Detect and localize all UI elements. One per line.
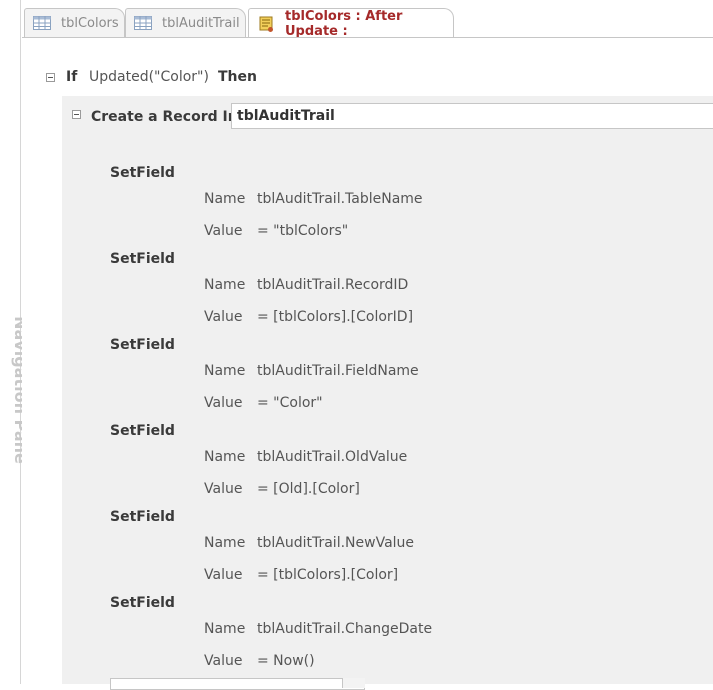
setfield-name[interactable]: tblAuditTrail.RecordID — [257, 277, 408, 293]
setfield-action[interactable]: SetField — [110, 423, 175, 439]
add-new-action-combo[interactable] — [110, 678, 365, 690]
setfield-action[interactable]: SetField — [110, 509, 175, 525]
combo-dropdown-button[interactable] — [342, 678, 365, 688]
value-label: Value — [204, 309, 243, 325]
collapse-create-record-icon[interactable] — [72, 110, 81, 119]
setfield-name[interactable]: tblAuditTrail.OldValue — [257, 449, 407, 465]
setfield-action[interactable]: SetField — [110, 165, 175, 181]
setfield-value[interactable]: = [Old].[Color] — [257, 481, 360, 497]
value-label: Value — [204, 653, 243, 669]
setfield-action[interactable]: SetField — [110, 251, 175, 267]
tab-tblcolors[interactable]: tblColors — [24, 8, 125, 37]
setfield-action[interactable]: SetField — [110, 595, 175, 611]
value-label: Value — [204, 395, 243, 411]
if-keyword: If — [66, 69, 78, 85]
value-label: Value — [204, 223, 243, 239]
setfield-action[interactable]: SetField — [110, 337, 175, 353]
tab-label: tblAuditTrail — [162, 15, 240, 31]
tab-after-update-macro[interactable]: tblColors : After Update : — [248, 8, 454, 39]
macro-editor: If Updated("Color") Then Create a Record… — [22, 38, 713, 690]
setfield-name[interactable]: tblAuditTrail.FieldName — [257, 363, 419, 379]
value-label: Value — [204, 567, 243, 583]
table-icon — [33, 16, 51, 30]
then-keyword: Then — [218, 69, 257, 85]
table-icon — [134, 16, 152, 30]
setfield-value[interactable]: = "tblColors" — [257, 223, 348, 239]
setfield-name[interactable]: tblAuditTrail.NewValue — [257, 535, 414, 551]
setfield-value[interactable]: = [tblColors].[ColorID] — [257, 309, 413, 325]
tab-label: tblColors : After Update : — [285, 8, 403, 39]
setfield-value[interactable]: = [tblColors].[Color] — [257, 567, 398, 583]
setfield-name[interactable]: tblAuditTrail.TableName — [257, 191, 423, 207]
name-label: Name — [204, 621, 246, 637]
create-record-label: Create a Record In — [91, 109, 238, 125]
setfield-value[interactable]: = "Color" — [257, 395, 323, 411]
navigation-pane[interactable]: Navigation Pane — [0, 0, 30, 684]
if-condition[interactable]: Updated("Color") — [89, 69, 209, 85]
collapse-if-icon[interactable] — [46, 73, 55, 82]
create-record-block: Create a Record In tblAuditTrail SetFiel… — [62, 96, 713, 690]
name-label: Name — [204, 363, 246, 379]
setfield-name[interactable]: tblAuditTrail.ChangeDate — [257, 621, 432, 637]
record-table-input[interactable]: tblAuditTrail — [231, 103, 713, 129]
name-label: Name — [204, 535, 246, 551]
setfield-value[interactable]: = Now() — [257, 653, 315, 669]
tab-tblaudittrail[interactable]: tblAuditTrail — [125, 8, 246, 37]
tab-label: tblColors — [61, 15, 119, 31]
name-label: Name — [204, 277, 246, 293]
name-label: Name — [204, 191, 246, 207]
macro-icon — [259, 16, 273, 32]
value-label: Value — [204, 481, 243, 497]
name-label: Name — [204, 449, 246, 465]
document-tab-bar: tblColors tblAuditTrail tblColors : Afte… — [22, 0, 713, 39]
